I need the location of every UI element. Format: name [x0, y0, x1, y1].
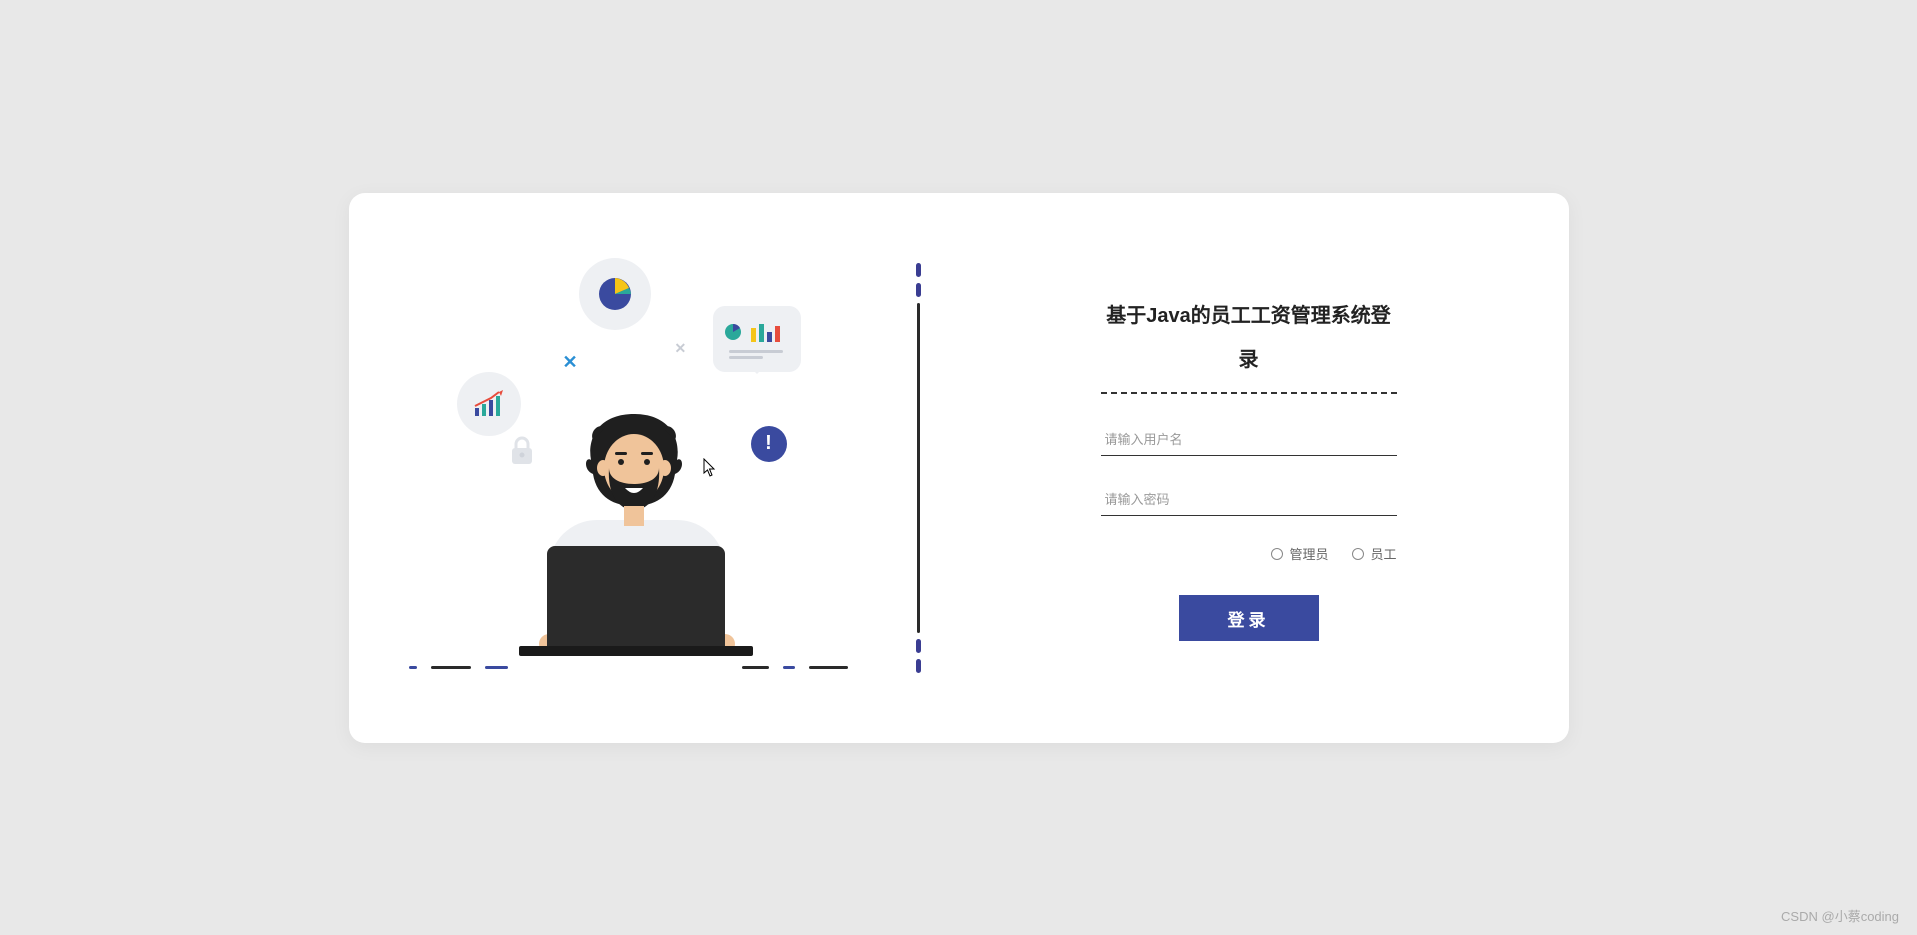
- login-button[interactable]: 登录: [1179, 595, 1319, 641]
- illustration-panel: ! ✕ ✕: [349, 193, 909, 743]
- alert-icon: !: [751, 426, 787, 462]
- laptop-icon: [547, 546, 725, 650]
- role-radio-admin-label: 管理员: [1289, 544, 1328, 563]
- role-radio-employee-label: 员工: [1370, 544, 1396, 563]
- username-input[interactable]: [1101, 424, 1397, 456]
- x-icon: ✕: [675, 340, 687, 357]
- radio-icon: [1271, 548, 1283, 560]
- lock-icon: [509, 436, 535, 466]
- laptop-base: [519, 646, 753, 656]
- form-title: 基于Java的员工工资管理系统登录: [1101, 294, 1397, 394]
- vertical-divider: [909, 193, 929, 743]
- password-row: [1101, 484, 1397, 516]
- watermark-text: CSDN @小蔡coding: [1781, 906, 1899, 925]
- role-radio-employee[interactable]: 员工: [1352, 544, 1396, 563]
- growth-chart-icon: [457, 372, 521, 436]
- login-form-panel: 基于Java的员工工资管理系统登录 管理员 员工 登录: [929, 193, 1569, 743]
- developer-illustration: ! ✕ ✕: [399, 258, 859, 678]
- login-form: 基于Java的员工工资管理系统登录 管理员 员工 登录: [1101, 294, 1397, 641]
- login-card: ! ✕ ✕: [349, 193, 1569, 743]
- baseline-decoration: [409, 666, 849, 670]
- x-icon: ✕: [563, 352, 578, 373]
- role-radio-admin[interactable]: 管理员: [1271, 544, 1328, 563]
- password-input[interactable]: [1101, 484, 1397, 516]
- person-head: [579, 408, 689, 538]
- pie-chart-icon: [579, 258, 651, 330]
- role-radios: 管理员 员工: [1101, 544, 1397, 563]
- radio-icon: [1352, 548, 1364, 560]
- report-bubble-icon: [713, 306, 801, 372]
- username-row: [1101, 424, 1397, 456]
